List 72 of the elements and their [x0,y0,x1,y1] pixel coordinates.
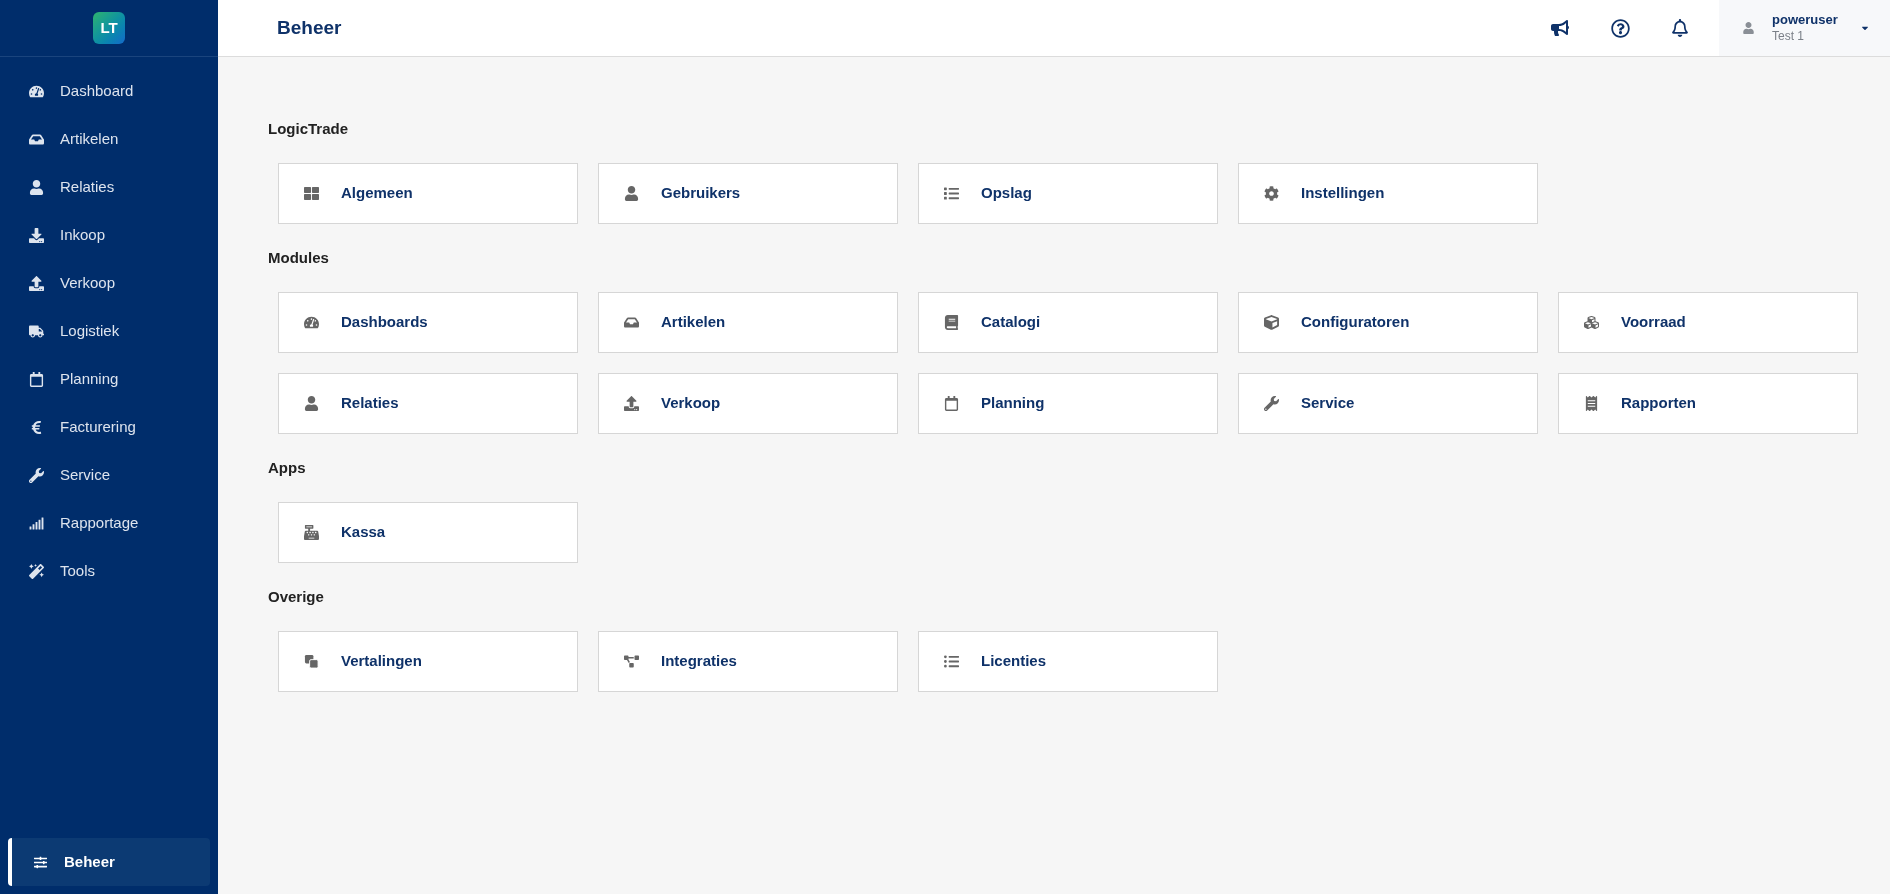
page-title: Beheer [277,15,342,40]
sidebar-item[interactable]: Inkoop [0,211,218,259]
module-tile[interactable]: Integraties [598,631,898,692]
receipt-icon [1584,396,1599,411]
module-tile[interactable]: Licenties [918,631,1218,692]
gauge-icon [29,83,44,99]
sliders-icon [34,855,47,869]
upload-icon [29,275,44,291]
overlapping-squares-icon [304,654,319,669]
module-tile[interactable]: Voorraad [1558,292,1858,353]
section-heading: Apps [268,458,307,478]
module-tile[interactable]: Instellingen [1238,163,1538,224]
wrench-icon [1264,396,1279,411]
inbox-icon [624,315,639,330]
user-icon [29,179,44,195]
module-tile[interactable]: Relaties [278,373,578,434]
module-tile[interactable]: Kassa [278,502,578,563]
module-tile[interactable]: Opslag [918,163,1218,224]
user-name: poweruser [1772,12,1838,29]
sidebar-item[interactable]: Relaties [0,163,218,211]
user-subtitle: Test 1 [1772,28,1804,44]
list-icon [944,654,959,669]
module-tile[interactable]: Dashboards [278,292,578,353]
network-icon [624,654,639,669]
settings-icon [1264,186,1279,201]
sidebar-item[interactable]: Beheer [8,838,210,886]
euro-icon [29,419,44,435]
module-tile[interactable]: Rapporten [1558,373,1858,434]
module-tile[interactable]: Verkoop [598,373,898,434]
sidebar-item[interactable]: Service [0,451,218,499]
module-tile[interactable]: Algemeen [278,163,578,224]
grid-icon [304,186,319,201]
gauge-icon [304,315,319,330]
sidebar-item[interactable]: Verkoop [0,259,218,307]
magic-wand-icon [29,563,44,579]
cubes-icon [1584,315,1599,330]
sidebar-item[interactable]: Rapportage [0,499,218,547]
megaphone-icon [1551,19,1569,37]
sidebar-item[interactable]: Dashboard [0,67,218,115]
wrench-icon [29,467,44,483]
list-icon [944,186,959,201]
help-icon [1610,18,1630,38]
section-heading: Overige [268,587,325,607]
calendar-icon [944,396,959,411]
user-menu[interactable]: poweruser Test 1 [1719,0,1890,56]
sidebar-item[interactable]: Tools [0,547,218,595]
signal-bars-icon [29,515,44,531]
module-tile[interactable]: Gebruikers [598,163,898,224]
cash-register-icon [304,525,319,540]
download-icon [29,227,44,243]
bell-icon [1671,19,1689,37]
upload-icon [624,396,639,411]
truck-icon [29,323,44,339]
section-heading: Modules [268,248,330,268]
sidebar-item[interactable]: Facturering [0,403,218,451]
user-icon [304,396,319,411]
sidebar-item[interactable]: Planning [0,355,218,403]
module-tile[interactable]: Configuratoren [1238,292,1538,353]
user-icon [624,186,639,201]
sidebar-item[interactable]: Artikelen [0,115,218,163]
app-logo[interactable]: LT [93,12,125,44]
module-tile[interactable]: Catalogi [918,292,1218,353]
module-tile[interactable]: Service [1238,373,1538,434]
cube-icon [1264,315,1279,330]
module-tile[interactable]: Planning [918,373,1218,434]
module-tile[interactable]: Artikelen [598,292,898,353]
user-icon [1743,22,1754,34]
books-icon [944,315,959,330]
section-heading: LogicTrade [268,119,350,139]
module-tile[interactable]: Vertalingen [278,631,578,692]
calendar-icon [29,371,44,387]
sidebar-item[interactable]: Logistiek [0,307,218,355]
